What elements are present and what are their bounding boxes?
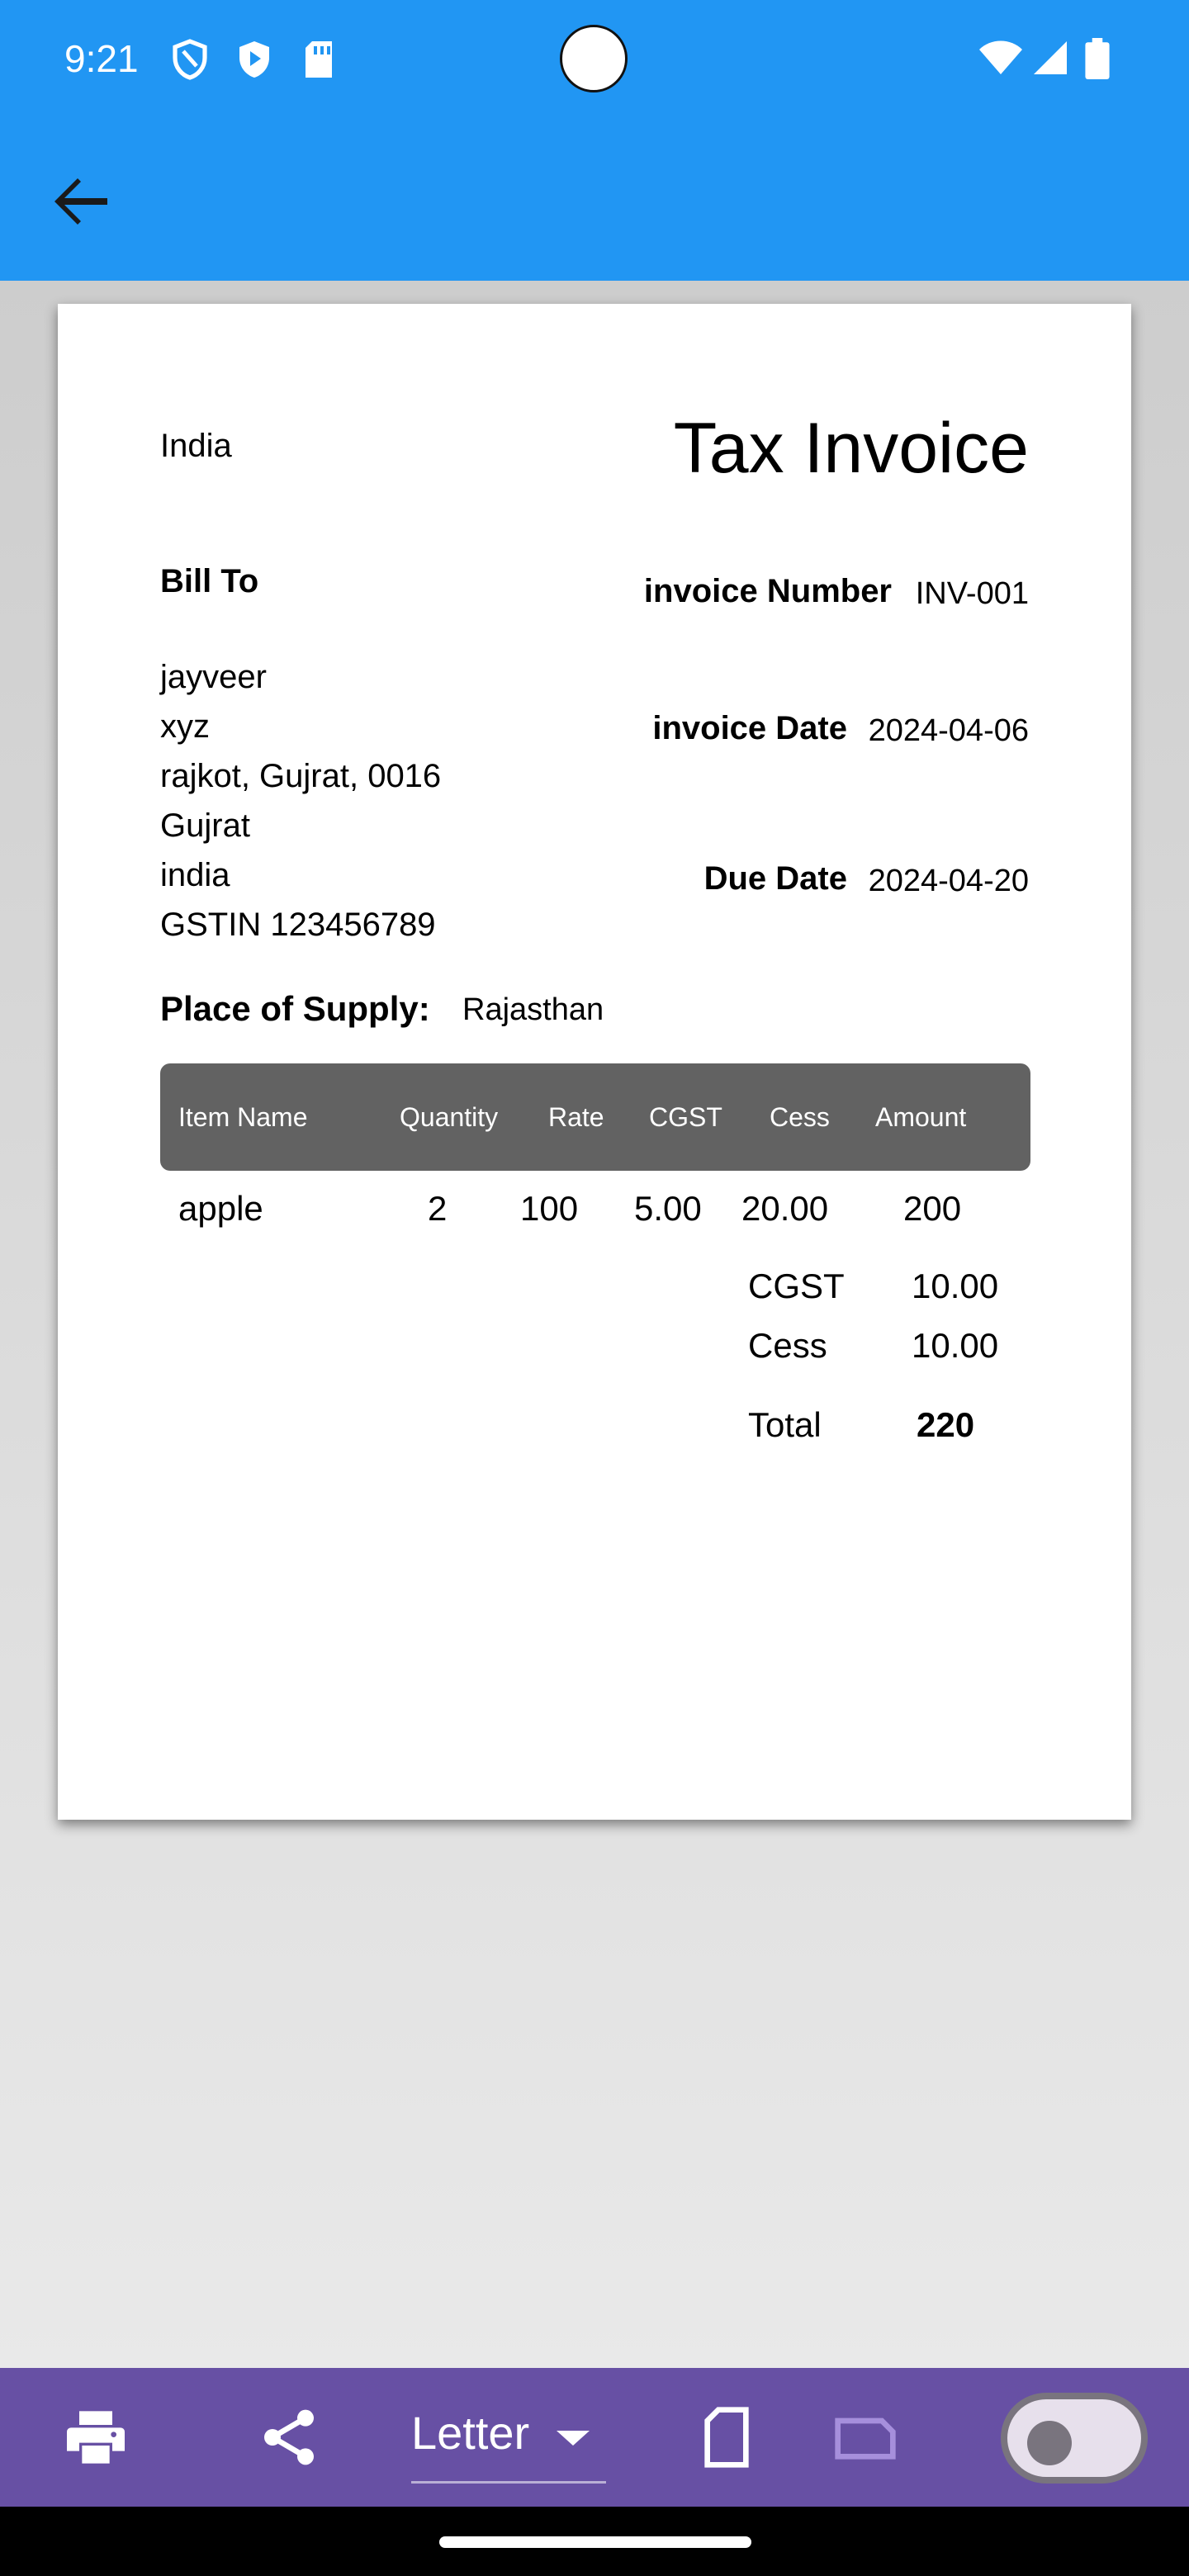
summary-cgst-label: CGST <box>748 1267 845 1305</box>
print-icon[interactable] <box>63 2404 129 2470</box>
screen: 9:21 India Tax Invoice Bill To jayveer x… <box>0 0 1189 2576</box>
app-bar: 9:21 <box>0 0 1189 281</box>
items-table-header: Item Name Quantity Rate CGST Cess Amount <box>160 1063 1030 1171</box>
invoice-number-value: INV-001 <box>915 576 1029 611</box>
cell-cgst: 5.00 <box>634 1189 702 1228</box>
column-header-rate: Rate <box>548 1102 604 1132</box>
column-header-amount: Amount <box>875 1102 967 1132</box>
place-of-supply-label: Place of Supply: <box>160 989 430 1028</box>
bill-to-city: rajkot, Gujrat, 0016 <box>160 758 442 794</box>
bill-to-street: xyz <box>160 708 210 745</box>
status-time: 9:21 <box>64 37 139 80</box>
company-country: India <box>160 428 232 464</box>
column-header-cgst: CGST <box>649 1102 722 1132</box>
summary-total-label: Total <box>748 1405 822 1444</box>
place-of-supply-value: Rajasthan <box>462 992 604 1027</box>
invoice-number-label: invoice Number <box>643 573 892 609</box>
wifi-icon <box>979 40 1022 74</box>
paper-size-label: Letter <box>411 2407 530 2459</box>
play-shield-icon <box>239 41 269 78</box>
toggle-switch[interactable] <box>1001 2393 1148 2484</box>
sd-card-icon <box>306 41 332 78</box>
summary-total-value: 220 <box>917 1405 975 1444</box>
cell-signal-icon <box>1034 41 1067 74</box>
invoice-title: Tax Invoice <box>673 409 1029 488</box>
bill-to-label: Bill To <box>160 563 259 599</box>
print-toolbar: Letter <box>0 2368 1189 2507</box>
cell-rate: 100 <box>520 1189 579 1228</box>
cell-cess: 20.00 <box>741 1189 829 1228</box>
system-navigation-bar <box>0 2507 1189 2576</box>
due-date-value: 2024-04-20 <box>868 864 1029 898</box>
bill-to-gstin: GSTIN 123456789 <box>160 907 436 943</box>
summary-cess-value: 10.00 <box>912 1326 999 1365</box>
shield-icon <box>173 39 207 80</box>
portrait-orientation-icon[interactable] <box>694 2404 760 2470</box>
column-header-quantity: Quantity <box>400 1102 499 1132</box>
cell-amount: 200 <box>903 1189 962 1228</box>
back-arrow-icon[interactable] <box>41 162 121 241</box>
paper-size-dropdown[interactable]: Letter <box>411 2389 606 2484</box>
bill-to-country: india <box>160 857 230 893</box>
column-header-cess: Cess <box>770 1102 830 1132</box>
invoice-page: India Tax Invoice Bill To jayveer xyz ra… <box>58 304 1131 1820</box>
chevron-down-icon <box>557 2431 590 2446</box>
due-date-label: Due Date <box>703 860 847 897</box>
bill-to-name: jayveer <box>160 659 267 695</box>
cell-item-name: apple <box>178 1189 263 1228</box>
summary-cgst-value: 10.00 <box>912 1267 999 1305</box>
battery-icon <box>1085 38 1110 79</box>
share-icon[interactable] <box>256 2404 322 2470</box>
bill-to-state: Gujrat <box>160 807 250 844</box>
invoice-date-value: 2024-04-06 <box>868 713 1029 748</box>
summary-cess-label: Cess <box>748 1326 827 1365</box>
cell-quantity: 2 <box>428 1189 448 1228</box>
invoice-date-label: invoice Date <box>652 710 847 746</box>
toggle-knob <box>1027 2421 1072 2465</box>
home-gesture-handle[interactable] <box>439 2536 751 2548</box>
camera-cutout <box>560 25 628 92</box>
landscape-orientation-icon[interactable] <box>832 2404 898 2470</box>
column-header-item-name: Item Name <box>178 1102 308 1132</box>
